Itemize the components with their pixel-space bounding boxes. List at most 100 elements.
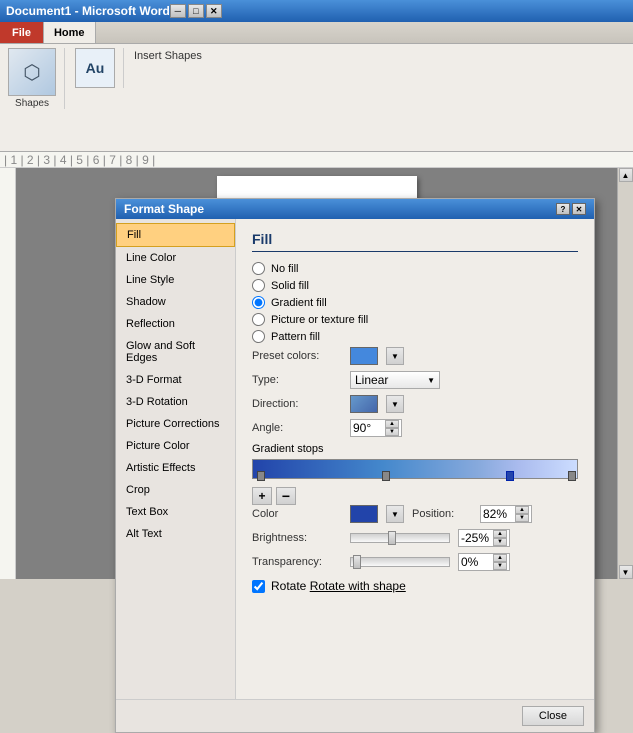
panel-title: Fill [252,231,578,252]
brightness-spin-up[interactable]: ▲ [493,530,507,538]
position-label: Position: [412,508,472,520]
color-label: Color [252,508,342,520]
direction-label: Direction: [252,398,342,410]
left-ruler [0,168,16,579]
scroll-up-button[interactable]: ▲ [619,168,633,182]
scroll-down-button[interactable]: ▼ [619,565,633,579]
transparency-spinbox[interactable]: 0% ▲ ▼ [458,553,510,571]
gradient-bar[interactable] [252,459,578,479]
position-spin-up[interactable]: ▲ [515,506,529,514]
position-spinbox[interactable]: 82% ▲ ▼ [480,505,532,523]
minimize-button[interactable]: ─ [170,4,186,18]
rotate-checkbox[interactable] [252,580,265,593]
gradient-fill-label: Gradient fill [271,297,327,309]
dialog-close-button[interactable]: ✕ [572,203,586,215]
add-stop-button[interactable]: + [252,487,272,505]
angle-spinbox[interactable]: 90° ▲ ▼ [350,419,402,437]
angle-spin-arrows: ▲ ▼ [385,420,399,436]
transparency-spin-up[interactable]: ▲ [493,554,507,562]
position-spin-down[interactable]: ▼ [515,514,529,522]
brightness-slider-container [350,533,450,543]
nav-item-picture-corrections[interactable]: Picture Corrections [116,413,235,435]
nav-item-reflection[interactable]: Reflection [116,313,235,335]
pattern-fill-label: Pattern fill [271,331,320,343]
main-area: znanie Format Shape ? ✕ Fill Line Color … [0,168,633,579]
stop-marker-2[interactable] [382,471,390,481]
picture-fill-label: Picture or texture fill [271,314,368,326]
preset-colors-btn[interactable] [350,347,378,365]
nav-item-text-box[interactable]: Text Box [116,501,235,523]
nav-item-shadow[interactable]: Shadow [116,291,235,313]
nav-item-picture-color[interactable]: Picture Color [116,435,235,457]
stop-marker-4[interactable] [568,471,576,481]
solid-fill-label: Solid fill [271,280,309,292]
transparency-value: 0% [461,555,478,569]
remove-stop-button[interactable]: − [276,487,296,505]
gradient-stops-label: Gradient stops [252,443,578,455]
rotate-label: Rotate Rotate with shape [271,579,406,593]
tab-file[interactable]: File [0,22,44,43]
transparency-slider[interactable] [350,557,450,567]
picture-fill-option: Picture or texture fill [252,313,578,326]
ribbon-tabs: File Home [0,22,633,44]
maximize-button[interactable]: □ [188,4,204,18]
nav-item-crop[interactable]: Crop [116,479,235,501]
no-fill-option: No fill [252,262,578,275]
direction-arrow[interactable]: ▼ [386,395,404,413]
title-bar: Document1 - Microsoft Word ─ □ ✕ [0,0,633,22]
tab-home[interactable]: Home [44,22,96,43]
preset-colors-arrow[interactable]: ▼ [386,347,404,365]
nav-item-line-style[interactable]: Line Style [116,269,235,291]
rotate-checkbox-row: Rotate Rotate with shape [252,579,578,593]
angle-spin-down[interactable]: ▼ [385,428,399,436]
nav-item-glow[interactable]: Glow and Soft Edges [116,335,235,369]
angle-label: Angle: [252,422,342,434]
brightness-spinbox[interactable]: -25% ▲ ▼ [458,529,510,547]
nav-item-artistic-effects[interactable]: Artistic Effects [116,457,235,479]
direction-btn[interactable] [350,395,378,413]
stop-marker-1[interactable] [257,471,265,481]
left-panel: Fill Line Color Line Style Shadow Reflec… [116,219,236,699]
color-btn[interactable] [350,505,378,523]
dialog-help-button[interactable]: ? [556,203,570,215]
angle-spin-up[interactable]: ▲ [385,420,399,428]
brightness-spin-down[interactable]: ▼ [493,538,507,546]
brightness-slider[interactable] [350,533,450,543]
shapes-icon[interactable]: ⬡ [8,48,56,96]
title-bar-controls: ─ □ ✕ [170,4,222,18]
pattern-fill-option: Pattern fill [252,330,578,343]
position-value: 82% [483,507,507,521]
ribbon-content: ⬡ Shapes Au Insert Shapes [0,44,633,113]
picture-fill-radio[interactable] [252,313,265,326]
angle-row: Angle: 90° ▲ ▼ [252,419,578,437]
nav-item-fill[interactable]: Fill [116,223,235,247]
insert-shapes-group: Insert Shapes [134,48,202,62]
stop-marker-3[interactable] [506,471,514,481]
brightness-thumb[interactable] [388,531,396,545]
preset-colors-row: Preset colors: ▼ [252,347,578,365]
direction-row: Direction: ▼ [252,395,578,413]
gradient-fill-radio[interactable] [252,296,265,309]
nav-item-3d-rotation[interactable]: 3-D Rotation [116,391,235,413]
transparency-spin-down[interactable]: ▼ [493,562,507,570]
transparency-thumb[interactable] [353,555,361,569]
ruler-marks: | 1 | 2 | 3 | 4 | 5 | 6 | 7 | 8 | 9 | [4,153,155,167]
au-group: Au [75,48,124,88]
close-dialog-button[interactable]: Close [522,706,584,726]
solid-fill-radio[interactable] [252,279,265,292]
close-button[interactable]: ✕ [206,4,222,18]
type-label: Type: [252,374,342,386]
no-fill-radio[interactable] [252,262,265,275]
dialog-footer: Close [116,699,594,732]
nav-item-alt-text[interactable]: Alt Text [116,523,235,545]
right-scrollbar: ▲ ▼ [617,168,633,579]
pattern-fill-radio[interactable] [252,330,265,343]
transparency-row: Transparency: 0% ▲ ▼ [252,553,578,571]
nav-item-3d-format[interactable]: 3-D Format [116,369,235,391]
title-bar-text: Document1 - Microsoft Word [6,4,170,18]
nav-item-line-color[interactable]: Line Color [116,247,235,269]
preset-colors-label: Preset colors: [252,350,342,362]
type-dropdown[interactable]: Linear ▼ [350,371,440,389]
color-arrow[interactable]: ▼ [386,505,404,523]
au-icon[interactable]: Au [75,48,115,88]
